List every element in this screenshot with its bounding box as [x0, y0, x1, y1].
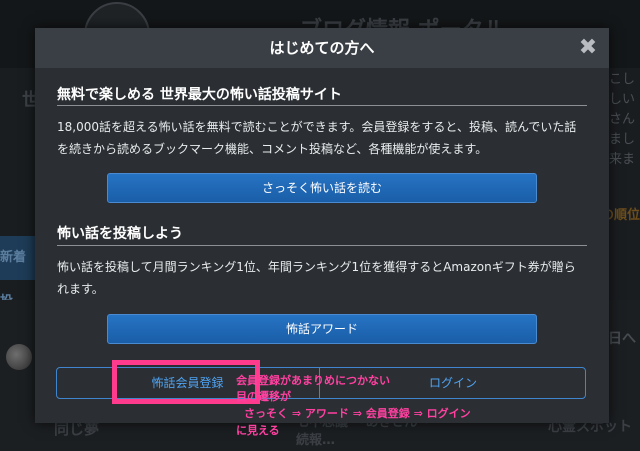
modal-title: はじめての方へ: [35, 28, 609, 68]
tab-new-posts: 新着投: [0, 236, 36, 309]
section-title-post: 怖い話を投稿しよう: [57, 226, 183, 242]
annotation-note-4: に見える: [236, 424, 280, 437]
section-body-post: 怖い話を投稿して月間ランキング1位、年間ランキング1位を獲得するとAmazonギ…: [57, 260, 576, 296]
read-stories-button[interactable]: さっそく怖い話を読む: [107, 173, 537, 203]
section-divider: [57, 245, 587, 246]
section-divider: [57, 105, 587, 106]
date-label: 日へ: [608, 331, 636, 347]
section-body-free: 18,000話を超える怖い話を無料で読むことができます。会員登録をすると、投稿、…: [57, 120, 577, 156]
section-title-free: 無料で楽しめる 世界最大の怖い話投稿サイト: [57, 87, 342, 103]
award-button[interactable]: 怖話アワード: [107, 314, 537, 344]
moon-icon: [6, 344, 32, 370]
annotation-note-3: さっそく ⇒ アワード ⇒ 会員登録 ⇒ ログイン: [244, 407, 471, 420]
annotation-note-2: 目の遷移が: [236, 390, 291, 403]
close-icon[interactable]: ✖: [577, 37, 599, 59]
annotation-note-1: 会員登録があまりめにつかない: [236, 374, 390, 387]
